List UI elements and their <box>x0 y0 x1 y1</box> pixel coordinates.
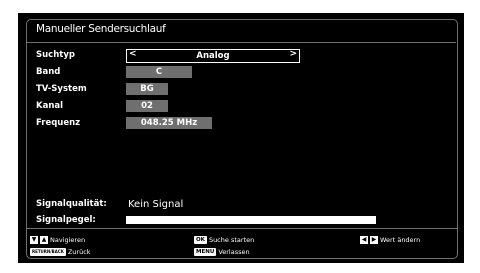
arrow-down-icon: ▼ <box>30 236 38 244</box>
search-type-label: Suchtyp <box>36 50 75 60</box>
search-type-selector[interactable]: < Analog > <box>126 49 300 63</box>
footer-divider <box>26 228 458 229</box>
channel-value[interactable]: 02 <box>126 100 168 112</box>
signal-quality-value: Kein Signal <box>128 199 184 210</box>
footer-navigate: ▼ ▲ Navigieren <box>30 236 85 244</box>
band-label: Band <box>36 67 61 77</box>
back-hint: Zurück <box>67 248 91 256</box>
footer-exit: MENU Verlassen <box>194 248 250 256</box>
frequency-value[interactable]: 048.25 MHz <box>126 117 212 129</box>
arrow-right-icon[interactable]: > <box>289 49 297 59</box>
title-bar: Manueller Sendersuchlauf <box>26 19 456 43</box>
arrow-left-key-icon: ◀ <box>360 236 368 244</box>
footer-back: RETURN/BACK Zurück <box>30 248 91 256</box>
signal-level-label: Signalpegel: <box>36 215 96 225</box>
footer-ok: OK Suche starten <box>194 236 254 244</box>
band-value[interactable]: C <box>126 66 192 78</box>
arrow-up-icon: ▲ <box>40 236 48 244</box>
return-back-key: RETURN/BACK <box>30 248 66 256</box>
menu-key: MENU <box>194 248 217 256</box>
channel-label: Kanal <box>36 101 64 111</box>
signal-level-bar <box>126 216 376 224</box>
navigate-hint: Navigieren <box>50 236 86 244</box>
exit-hint: Verlassen <box>218 248 250 256</box>
ok-key: OK <box>194 236 207 244</box>
page-title: Manueller Sendersuchlauf <box>36 23 166 35</box>
arrow-right-key-icon: ▶ <box>370 236 378 244</box>
signal-quality-label: Signalqualität: <box>36 199 107 209</box>
frequency-label: Frequenz <box>36 118 81 128</box>
tv-screen: Manueller Sendersuchlauf Suchtyp < Analo… <box>18 13 464 263</box>
change-value-hint: Wert ändern <box>380 236 421 244</box>
start-search-hint: Suche starten <box>208 236 255 244</box>
search-type-value: Analog <box>196 51 230 61</box>
tv-system-value[interactable]: BG <box>126 83 168 95</box>
tv-system-label: TV-System <box>36 84 87 94</box>
footer-change: ◀ ▶ Wert ändern <box>360 236 420 244</box>
